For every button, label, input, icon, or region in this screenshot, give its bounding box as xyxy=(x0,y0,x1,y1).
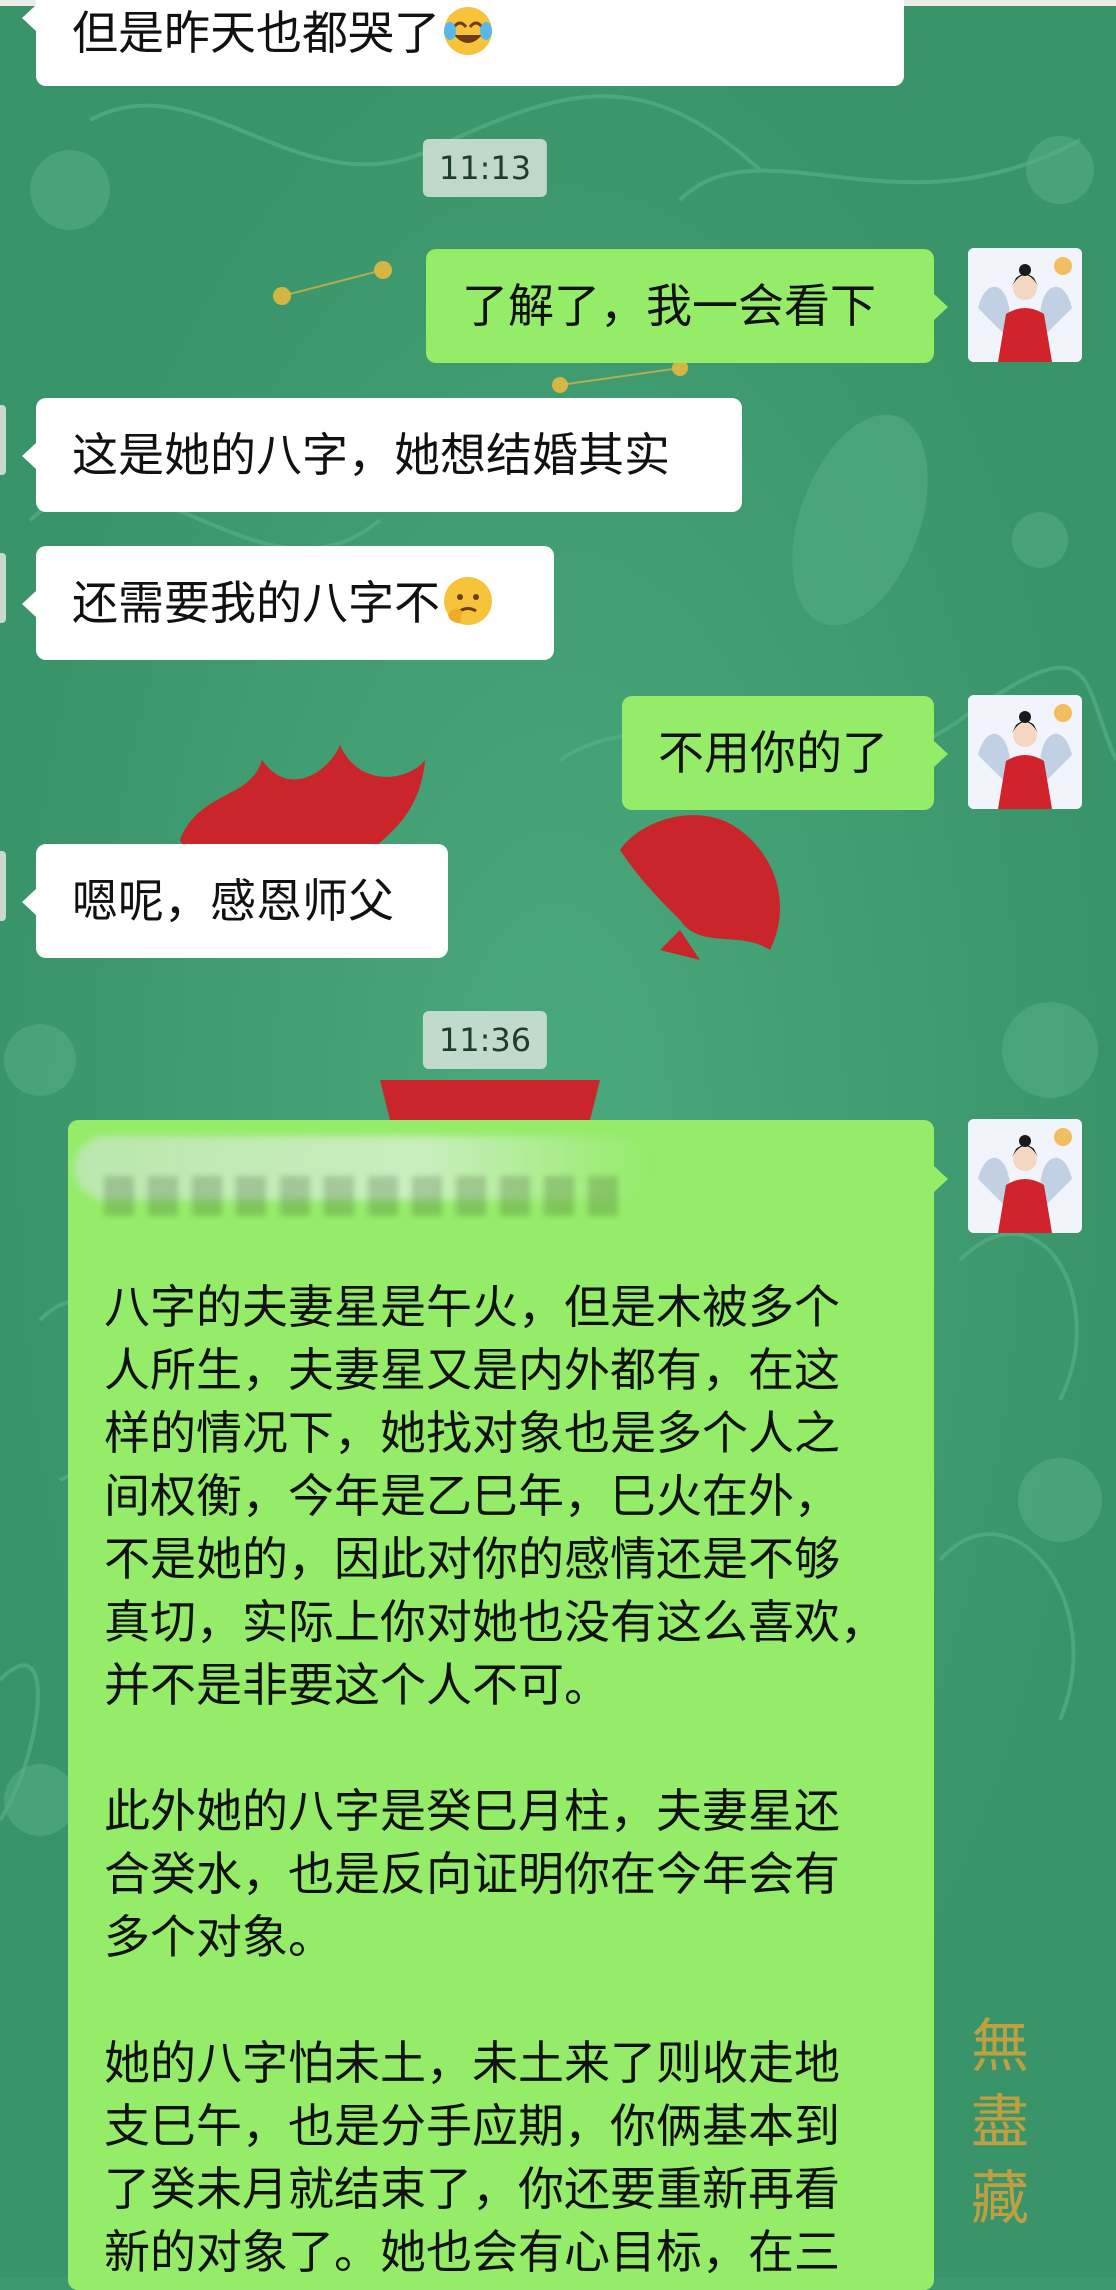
message-text: 了解了，我一会看下 xyxy=(462,279,876,333)
message-paragraph: 此外她的八字是癸巳月柱，夫妻星还 合癸水，也是反向证明你在今年会有 多个对象。 xyxy=(104,1784,840,1964)
avatar-icon[interactable] xyxy=(968,1119,1082,1233)
message-outgoing[interactable]: 了解了，我一会看下 xyxy=(426,249,948,363)
watermark-calligraphy: 無盡藏 xyxy=(970,2012,1029,2232)
thinking-sad-emoji-icon xyxy=(444,577,492,625)
peer-avatar-icon[interactable] xyxy=(0,851,6,921)
peer-avatar-icon[interactable] xyxy=(0,405,6,475)
message-outgoing[interactable]: 不用你的了 xyxy=(622,696,948,810)
message-text: 还需要我的八字不 xyxy=(72,576,440,630)
message-incoming[interactable]: 还需要我的八字不 xyxy=(22,546,554,660)
message-text: 但是昨天也都哭了 xyxy=(72,6,440,60)
avatar-icon[interactable] xyxy=(968,248,1082,362)
avatar-image xyxy=(968,695,1082,809)
timestamp: 11:36 xyxy=(422,1011,548,1069)
message-paragraph: 八字的夫妻星是午火，但是木被多个 人所生，夫妻星又是内外都有，在这 样的情况下，… xyxy=(104,1280,886,1712)
avatar-image xyxy=(968,1119,1082,1233)
timestamp: 11:13 xyxy=(422,139,548,197)
crying-laughing-emoji-icon xyxy=(444,7,492,55)
message-incoming[interactable]: 这是她的八字，她想结婚其实 xyxy=(22,398,742,512)
message-text: 不用你的了 xyxy=(658,726,888,780)
message-text: 这是她的八字，她想结婚其实 xyxy=(72,428,670,482)
peer-avatar-icon[interactable] xyxy=(0,553,6,623)
avatar-image xyxy=(968,248,1082,362)
message-incoming[interactable]: 但是昨天也都哭了 xyxy=(22,0,904,86)
bubble-tail xyxy=(934,1166,948,1192)
message-paragraph: 她的八字怕未土，未土来了则收走地 支巳午，也是分手应期，你俩基本到 了癸未月就结… xyxy=(104,2036,840,2279)
message-text: 嗯呢，感恩师父 xyxy=(72,874,394,928)
obscured-text-line xyxy=(104,1176,624,1216)
message-outgoing-long[interactable]: 八字的夫妻星是午火，但是木被多个 人所生，夫妻星又是内外都有，在这 样的情况下，… xyxy=(68,1120,934,2290)
avatar-icon[interactable] xyxy=(968,695,1082,809)
message-incoming[interactable]: 嗯呢，感恩师父 xyxy=(22,844,448,958)
